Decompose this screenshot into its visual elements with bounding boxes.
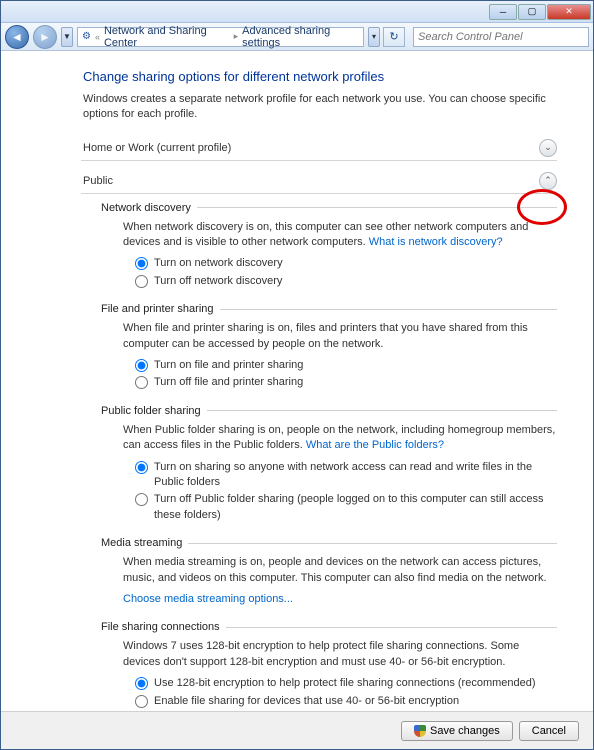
section-public-folder-sharing: Public folder sharing When Public folder… [101,405,557,523]
section-title: Media streaming [101,537,182,549]
search-input[interactable] [418,31,584,43]
section-title: File sharing connections [101,621,220,633]
section-title: File and printer sharing [101,303,214,315]
radio-fileconn-128bit[interactable]: Use 128-bit encryption to help protect f… [135,676,557,691]
profile-label: Public [83,175,539,187]
page-title: Change sharing options for different net… [83,69,557,84]
profile-public[interactable]: Public ⌃ [81,169,557,194]
chevron-left-icon: « [95,32,100,42]
breadcrumb-parent[interactable]: Network and Sharing Center [104,25,230,49]
page-description: Windows creates a separate network profi… [83,92,557,122]
radio-fileprint-on[interactable]: Turn on file and printer sharing [135,358,557,373]
save-changes-button[interactable]: Save changes [401,721,513,741]
section-media-streaming: Media streaming When media streaming is … [101,537,557,607]
shield-icon [414,725,426,737]
back-button[interactable]: ◄ [5,25,29,49]
content-area: Change sharing options for different net… [1,51,593,711]
link-media-streaming-options[interactable]: Choose media streaming options... [123,593,293,605]
bottom-button-bar: Save changes Cancel [1,711,593,749]
address-dropdown[interactable]: ▾ [368,27,380,47]
navigation-bar: ◄ ► ▼ ⚙ « Network and Sharing Center ▸ A… [1,23,593,51]
refresh-button[interactable]: ↻ [383,27,405,47]
section-desc: When media streaming is on, people and d… [123,555,557,586]
chevron-down-icon: ⌄ [539,139,557,157]
control-panel-window: ─ ▢ ✕ ◄ ► ▼ ⚙ « Network and Sharing Cent… [0,0,594,750]
section-file-sharing-connections: File sharing connections Windows 7 uses … [101,621,557,709]
radio-netdisc-off[interactable]: Turn off network discovery [135,274,557,289]
title-bar: ─ ▢ ✕ [1,1,593,23]
search-box[interactable] [413,27,589,47]
control-panel-icon: ⚙ [82,31,91,42]
section-network-discovery: Network discovery When network discovery… [101,202,557,290]
forward-button[interactable]: ► [33,25,57,49]
address-bar[interactable]: ⚙ « Network and Sharing Center ▸ Advance… [77,27,364,47]
radio-fileconn-4056bit[interactable]: Enable file sharing for devices that use… [135,694,557,709]
radio-pubfolder-on[interactable]: Turn on sharing so anyone with network a… [135,460,557,491]
minimize-button[interactable]: ─ [489,4,517,20]
section-title: Network discovery [101,202,191,214]
profile-home-work[interactable]: Home or Work (current profile) ⌄ [81,136,557,161]
link-what-is-network-discovery[interactable]: What is network discovery? [369,236,503,248]
section-desc: When file and printer sharing is on, fil… [123,321,557,352]
radio-netdisc-on[interactable]: Turn on network discovery [135,256,557,271]
radio-fileprint-off[interactable]: Turn off file and printer sharing [135,375,557,390]
chevron-right-icon: ▸ [234,31,239,42]
breadcrumb-current[interactable]: Advanced sharing settings [242,25,359,49]
link-what-are-public-folders[interactable]: What are the Public folders? [306,439,444,451]
nav-history-dropdown[interactable]: ▼ [61,27,73,47]
cancel-button[interactable]: Cancel [519,721,579,741]
maximize-button[interactable]: ▢ [518,4,546,20]
radio-pubfolder-off[interactable]: Turn off Public folder sharing (people l… [135,492,557,523]
chevron-up-icon: ⌃ [539,172,557,190]
section-desc: Windows 7 uses 128-bit encryption to hel… [123,639,557,670]
section-file-printer-sharing: File and printer sharing When file and p… [101,303,557,391]
profile-label: Home or Work (current profile) [83,142,539,154]
close-button[interactable]: ✕ [547,4,591,20]
section-title: Public folder sharing [101,405,201,417]
